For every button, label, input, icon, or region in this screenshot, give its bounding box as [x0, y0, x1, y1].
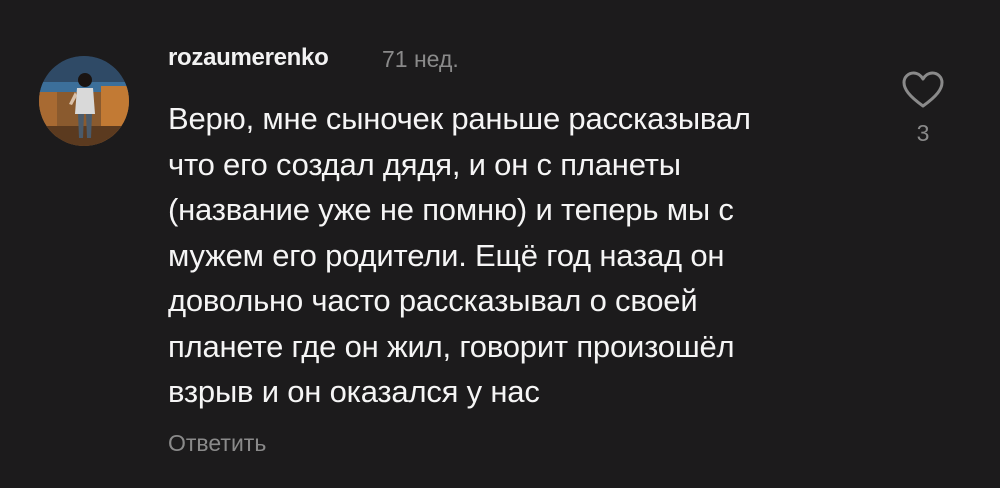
heart-outline-icon: [902, 71, 944, 108]
reply-button[interactable]: Ответить: [168, 430, 266, 457]
comment-item: rozaumerenko 71 нед. Верю, мне сыночек р…: [0, 0, 1000, 488]
like-button[interactable]: [900, 70, 946, 110]
avatar[interactable]: [39, 56, 129, 146]
comment-timestamp: 71 нед.: [382, 46, 459, 72]
user-avatar-photo: [39, 56, 129, 146]
username-link[interactable]: rozaumerenko: [168, 44, 329, 72]
comment-text: Верю, мне сыночек раньше рассказывал что…: [168, 101, 751, 409]
like-count: 3: [916, 120, 930, 146]
